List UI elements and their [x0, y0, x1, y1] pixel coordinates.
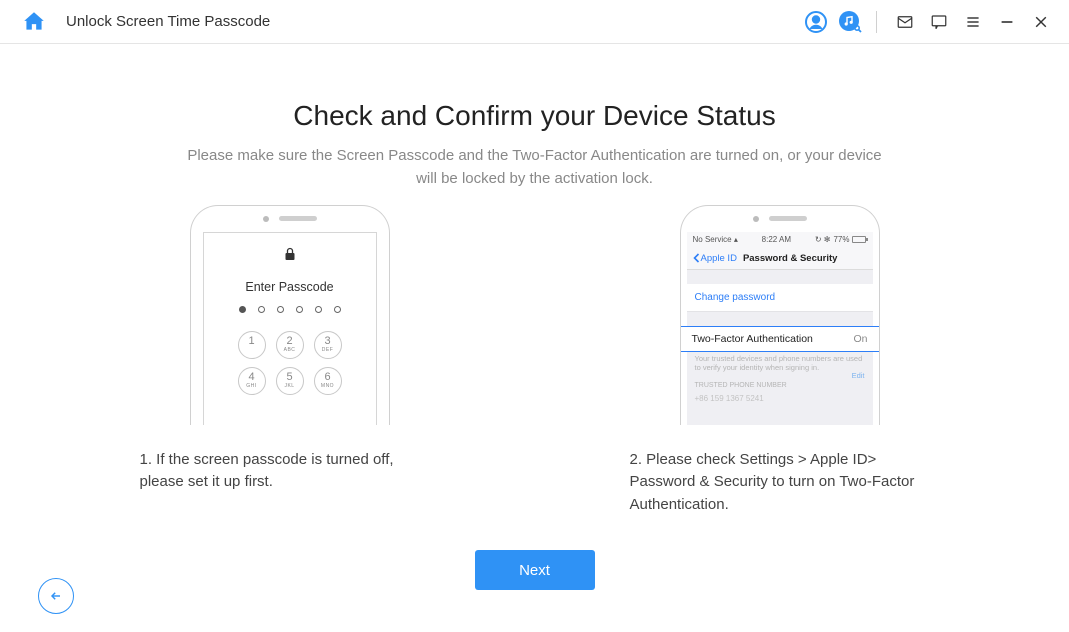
mail-icon[interactable] [891, 8, 919, 36]
menu-icon[interactable] [959, 8, 987, 36]
minimize-button[interactable] [993, 8, 1021, 36]
page-title: Check and Confirm your Device Status [0, 100, 1069, 132]
account-icon[interactable] [802, 8, 830, 36]
back-button[interactable] [38, 578, 74, 614]
home-icon[interactable] [20, 8, 48, 36]
feedback-icon[interactable] [925, 8, 953, 36]
next-button[interactable]: Next [475, 550, 595, 590]
phone-status-bar: No Service ▴ 8:22 AM ↻ ✻ 77% [687, 232, 873, 248]
back-to-apple-id: Apple ID [693, 253, 737, 264]
caption-passcode: 1. If the screen passcode is turned off,… [140, 449, 440, 494]
main-content: Check and Confirm your Device Status Ple… [0, 44, 1069, 590]
passcode-dots [204, 306, 376, 313]
tfa-state: On [853, 333, 867, 345]
app-header: Unlock Screen Time Passcode [0, 0, 1069, 44]
header-divider [876, 11, 877, 33]
music-search-icon[interactable] [836, 8, 864, 36]
trusted-number: +86 159 1367 5241 [695, 394, 764, 403]
enter-passcode-label: Enter Passcode [204, 280, 376, 294]
phone-passcode-illustration: Enter Passcode 1 2ABC 3DEF 4GHI [190, 205, 390, 425]
passcode-column: Enter Passcode 1 2ABC 3DEF 4GHI [140, 205, 440, 517]
caption-tfa: 2. Please check Settings > Apple ID> Pas… [630, 449, 930, 517]
lock-icon [204, 247, 376, 266]
keypad: 1 2ABC 3DEF 4GHI 5JKL 6MNO [204, 331, 376, 395]
close-button[interactable] [1027, 8, 1055, 36]
tfa-note: Your trusted devices and phone numbers a… [695, 354, 865, 382]
tfa-label: Two-Factor Authentication [692, 333, 813, 345]
trusted-number-header: TRUSTED PHONE NUMBER [695, 382, 787, 389]
tfa-column: No Service ▴ 8:22 AM ↻ ✻ 77% Apple ID Pa… [630, 205, 930, 517]
page-subtitle: Please make sure the Screen Passcode and… [185, 144, 885, 191]
change-password-cell: Change password [687, 284, 873, 312]
two-factor-auth-row: Two-Factor Authentication On [681, 326, 879, 352]
header-title: Unlock Screen Time Passcode [66, 13, 270, 30]
phone-nav-bar: Apple ID Password & Security [687, 248, 873, 270]
phone-tfa-illustration: No Service ▴ 8:22 AM ↻ ✻ 77% Apple ID Pa… [680, 205, 880, 425]
